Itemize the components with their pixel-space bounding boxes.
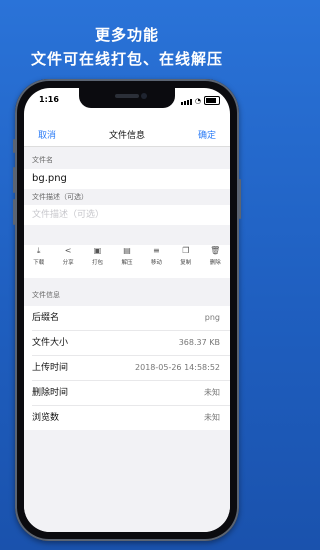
delete-label: 删除 [209,260,221,266]
share-icon: < [64,246,72,255]
share-button[interactable]: < 分享 [55,246,81,266]
copy-button[interactable]: ❐ 复制 [173,246,199,266]
download-label: 下载 [33,260,45,266]
info-value: 2018-05-26 14:58:52 [135,363,220,372]
info-row-upload-time: 上传时间 2018-05-26 14:58:52 [24,356,230,380]
phone-frame: 1:16 ◔ 取消 文件信息 确定 文件名 bg.png 文件描述（可选） 文件… [13,79,241,541]
promo-line-2: 文件可在线打包、在线解压 [30,50,223,68]
section-spacer [24,225,230,245]
front-camera [141,93,147,99]
battery-icon [204,96,220,105]
volume-up-button [13,167,15,193]
info-row-extension: 后缀名 png [24,306,230,330]
file-name-label: 文件名 [24,147,230,169]
empty-area [24,430,230,532]
unpack-label: 解压 [121,260,133,266]
info-value: 未知 [204,413,220,422]
info-label: 浏览数 [32,413,60,423]
description-field[interactable]: 文件描述（可选） [24,205,230,225]
file-name-field[interactable]: bg.png [24,169,230,189]
trash-icon: 🗑 [210,246,221,255]
unpack-button[interactable]: ▤ 解压 [114,246,140,266]
info-label: 文件大小 [32,338,69,348]
status-time: 1:16 [39,95,59,104]
pack-label: 打包 [92,260,104,266]
signal-icon [180,99,192,105]
nav-bar: 取消 文件信息 确定 [24,124,230,147]
info-value: png [204,313,220,322]
move-button[interactable]: ≡ 移动 [143,246,169,266]
promo-line-1: 更多功能 [94,26,159,44]
notch [79,88,175,108]
confirm-button[interactable]: 确定 [198,128,216,141]
action-toolbar: ⤓ 下载 < 分享 ▣ 打包 ▤ 解压 ≡ 移动 ❐ 复制 🗑 删除 [24,246,230,276]
pack-icon: ▣ [93,246,102,255]
move-label: 移动 [150,260,162,266]
info-label: 后缀名 [32,313,60,323]
info-row-size: 文件大小 368.37 KB [24,331,230,355]
info-row-delete-time: 删除时间 未知 [24,381,230,405]
info-label: 上传时间 [32,363,69,373]
pack-button[interactable]: ▣ 打包 [85,246,111,266]
move-icon: ≡ [153,246,160,255]
speaker [115,94,139,98]
delete-button[interactable]: 🗑 删除 [202,246,228,266]
info-value: 未知 [204,388,220,397]
volume-down-button [13,199,15,225]
share-label: 分享 [62,260,74,266]
power-button [239,179,241,219]
description-label: 文件描述（可选） [24,189,230,205]
phone-screen: 1:16 ◔ 取消 文件信息 确定 文件名 bg.png 文件描述（可选） 文件… [24,88,230,532]
copy-icon: ❐ [182,246,190,255]
copy-label: 复制 [180,260,192,266]
info-row-views: 浏览数 未知 [24,406,230,430]
file-info-header: 文件信息 [24,278,230,306]
unpack-icon: ▤ [123,246,131,255]
status-icons: ◔ [180,96,220,105]
wifi-icon: ◔ [194,97,201,105]
mute-switch [13,139,15,153]
download-button[interactable]: ⤓ 下载 [26,246,52,266]
info-label: 删除时间 [32,388,69,398]
info-value: 368.37 KB [178,338,220,347]
download-icon: ⤓ [36,246,41,255]
